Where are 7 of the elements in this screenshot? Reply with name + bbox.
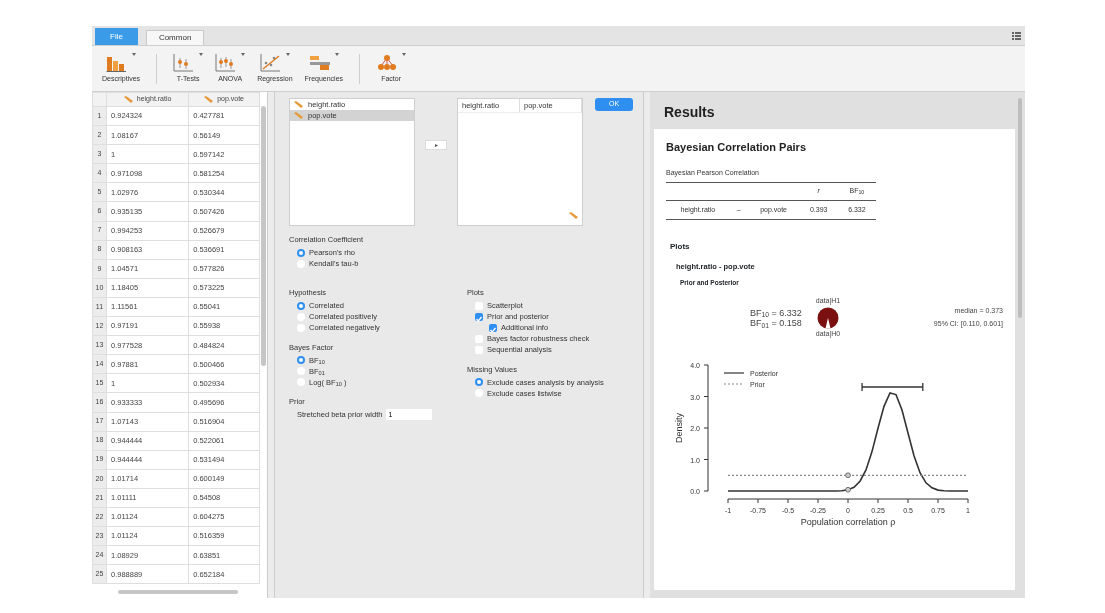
analysis-title: Bayesian Correlation Pairs: [666, 140, 807, 155]
results-heading: Results: [663, 103, 716, 122]
axis-title: Density: [674, 413, 684, 444]
bayes-factor-label: BF$_{10}$ = 6.332: [750, 307, 802, 318]
section-heading: Plots: [669, 242, 691, 252]
bayes-factor-label: BF$_{01}$ = 0.158: [750, 317, 802, 329]
axis-title: Population correlation ρ: [800, 517, 896, 528]
